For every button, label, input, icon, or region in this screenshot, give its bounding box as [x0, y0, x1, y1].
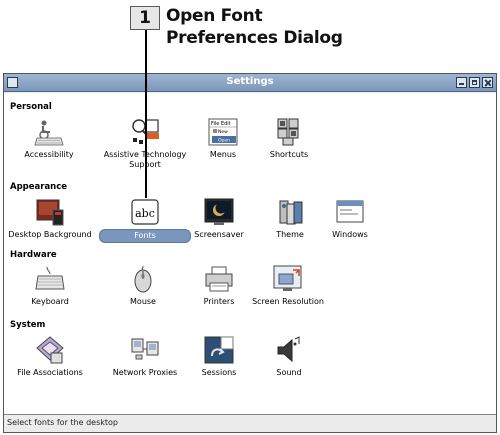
item-label: File Associations: [17, 368, 83, 377]
section-title-system: System: [10, 320, 46, 330]
minimize-button[interactable]: [456, 77, 467, 88]
menus-icon-line2: New: [218, 129, 228, 135]
network-proxies-icon: [131, 338, 159, 360]
file-associations-icon: [36, 336, 64, 364]
windows-icon: [336, 200, 364, 223]
settings-content: Personal Accessibility Assistive Technol…: [4, 93, 496, 415]
item-windows[interactable]: Windows: [302, 198, 398, 241]
section-divider: [4, 318, 496, 319]
status-text: Select fonts for the desktop: [7, 418, 118, 427]
section-title-hardware: Hardware: [10, 250, 57, 260]
item-desktop-background[interactable]: Desktop Background: [2, 198, 98, 241]
item-label: Screen Resolution: [252, 297, 324, 306]
maximize-button[interactable]: [469, 77, 480, 88]
settings-window: Settings Personal Accessibility Assistiv…: [3, 73, 497, 433]
item-keyboard[interactable]: Keyboard: [2, 265, 98, 308]
callout-caption-line1: Open Font: [166, 6, 263, 26]
window-title: Settings: [226, 76, 274, 87]
status-bar: Select fonts for the desktop: [4, 414, 496, 432]
keyboard-icon: [35, 266, 65, 290]
sound-icon: [277, 336, 300, 363]
desktop-background-icon: [36, 199, 64, 226]
theme-icon: [279, 200, 303, 225]
printer-icon: [205, 266, 233, 292]
section-divider: [4, 182, 496, 183]
item-label: Windows: [332, 230, 368, 239]
item-label: Shortcuts: [269, 150, 309, 159]
title-bar[interactable]: Settings: [4, 74, 496, 92]
screen-resolution-icon: [273, 265, 302, 291]
callout-caption-line2: Preferences Dialog: [166, 28, 343, 48]
sessions-icon: [204, 336, 234, 364]
close-button[interactable]: [482, 77, 493, 88]
item-label: Desktop Background: [8, 230, 92, 239]
section-title-personal: Personal: [10, 102, 52, 112]
item-label: Sound: [276, 368, 302, 377]
item-accessibility[interactable]: Accessibility: [1, 118, 97, 161]
fonts-icon-glyph: abc: [135, 207, 155, 220]
item-label: Keyboard: [31, 297, 69, 306]
shortcuts-icon: [277, 118, 299, 146]
fonts-icon: abc: [131, 199, 159, 225]
mouse-icon: [134, 265, 152, 293]
item-label: Accessibility: [24, 150, 74, 159]
menus-icon-line3: Open: [218, 138, 230, 144]
section-title-appearance: Appearance: [10, 182, 68, 192]
menus-icon: File Edit New Open: [208, 118, 238, 146]
keyboard-wheelchair-icon: [34, 120, 64, 146]
item-shortcuts[interactable]: Shortcuts: [241, 118, 337, 161]
callout-caption: Open Font Preferences Dialog: [166, 5, 466, 49]
callout-step-number: 1: [130, 6, 160, 30]
item-file-associations[interactable]: File Associations: [2, 336, 98, 379]
menus-icon-line1: File Edit: [211, 121, 231, 127]
screensaver-icon: [204, 198, 234, 225]
callout-pointer-line: [145, 30, 147, 198]
item-screen-resolution[interactable]: Screen Resolution: [240, 265, 336, 308]
item-sound[interactable]: Sound: [241, 336, 337, 379]
section-divider: [4, 251, 496, 252]
